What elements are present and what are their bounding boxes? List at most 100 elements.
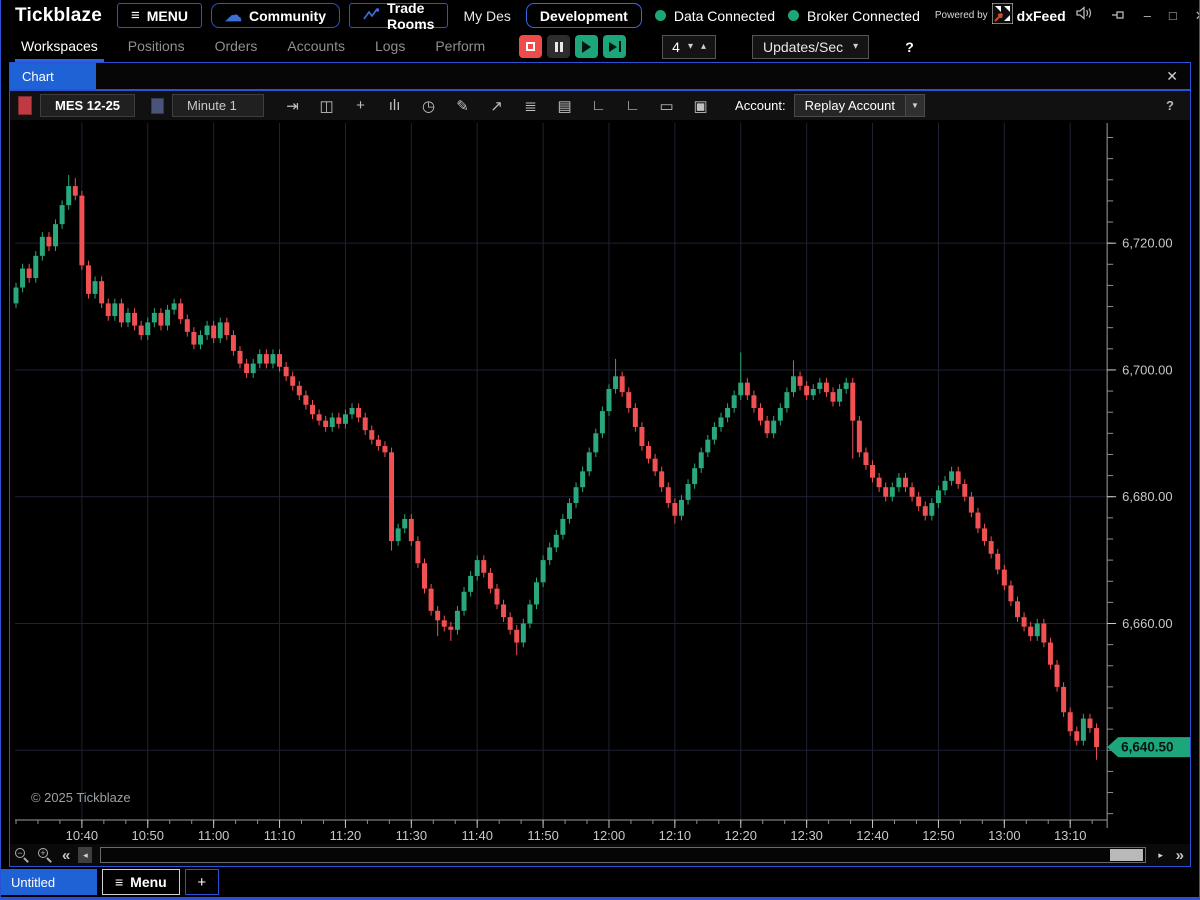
pause-button[interactable] [547,35,570,58]
minimize-button[interactable]: – [1144,8,1151,23]
dropdown-arrow-icon[interactable]: ▼ [905,95,924,116]
price-scale-icon[interactable]: ∟ [586,94,611,117]
chart-help-button[interactable]: ? [1166,98,1182,113]
svg-text:6,720.00: 6,720.00 [1122,236,1172,251]
svg-text:13:10: 13:10 [1054,828,1086,843]
svg-text:6,640.50: 6,640.50 [1121,740,1173,755]
nav-item-accounts[interactable]: Accounts [285,32,347,62]
svg-text:12:40: 12:40 [856,828,888,843]
svg-text:11:00: 11:00 [198,828,229,843]
dxfeed-branding: Powered by dxFeed [935,3,1093,29]
svg-text:12:30: 12:30 [790,828,822,843]
volume-icon[interactable]: ılı [382,94,407,117]
chevron-up-icon[interactable]: ▴ [701,41,706,52]
zoom-out-button[interactable]: − [14,847,31,864]
close-button[interactable]: ✕ [1195,8,1200,24]
symbol-color-swatch[interactable] [18,96,32,115]
trend-icon [363,8,380,24]
menu-button[interactable]: ≡ MENU [117,3,202,28]
svg-text:6,660.00: 6,660.00 [1122,616,1172,631]
dxfeed-logo-icon [992,3,1013,29]
chevron-down-icon: ▾ [853,41,858,52]
help-button[interactable]: ? [905,39,914,55]
svg-text:11:50: 11:50 [527,828,558,843]
sessions-clock-icon[interactable]: ◷ [416,94,441,117]
scroll-left-arrow[interactable]: ◂ [78,847,92,863]
add-workspace-button[interactable]: + [185,869,219,895]
svg-text:12:50: 12:50 [922,828,954,843]
svg-text:6,700.00: 6,700.00 [1122,362,1172,377]
svg-text:13:00: 13:00 [988,828,1020,843]
svg-text:12:20: 12:20 [725,828,757,843]
nav-item-workspaces[interactable]: Workspaces [19,32,100,62]
svg-text:© 2025 Tickblaze: © 2025 Tickblaze [31,790,131,805]
report-icon[interactable]: ▤ [552,94,577,117]
svg-text:11:20: 11:20 [330,828,361,843]
panel-close-icon[interactable]: ✕ [1166,68,1178,85]
svg-text:6,680.00: 6,680.00 [1122,489,1172,504]
scroll-right-arrow[interactable]: ▸ [1154,847,1168,863]
svg-text:12:00: 12:00 [593,828,625,843]
updates-unit-select[interactable]: Updates/Sec ▾ [752,35,869,59]
tab-chart[interactable]: Chart [10,63,96,89]
symbol-button[interactable]: MES 12-25 [40,94,135,117]
candlestick-chart[interactable]: 6,720.006,700.006,680.006,660.0010:4010:… [10,123,1190,844]
hamburger-icon: ≡ [115,874,123,890]
broker-connected-status: Broker Connected [788,8,920,24]
development-button[interactable]: Development [526,3,642,28]
speaker-icon[interactable] [1076,6,1093,25]
trade-rooms-button[interactable]: Trade Rooms [349,3,448,28]
panel-tab-row: Chart ✕ [10,63,1190,91]
my-desktop-label[interactable]: My Des [457,8,516,24]
svg-text:12:10: 12:10 [659,828,691,843]
nav-item-orders[interactable]: Orders [213,32,260,62]
nav-item-positions[interactable]: Positions [126,32,187,62]
cloud-icon: ☁ [225,6,242,26]
workspace-bar: Untitled ≡ Menu + [1,869,1199,900]
svg-text:10:40: 10:40 [66,828,98,843]
chart-scroll-row: − + « ◂ ▸ » [10,844,1190,866]
play-button[interactable] [575,35,598,58]
chart-panel: Chart ✕ MES 12-25 Minute 1 ⇥ ◫ + ılı ◷ ✎ ↗ ≣ ▤ ∟ ∟… [9,62,1191,867]
updates-per-sec-stepper[interactable]: 4 ▾ ▴ [662,35,716,59]
interval-color-swatch[interactable] [151,98,164,114]
svg-text:11:10: 11:10 [264,828,295,843]
watchlist-icon[interactable]: ≣ [518,94,543,117]
hamburger-icon: ≡ [131,7,140,24]
account-dropdown[interactable]: Replay Account ▼ [794,94,925,117]
account-label: Account: [735,98,786,113]
pin-window-icon[interactable] [1112,8,1126,23]
nav-item-logs[interactable]: Logs [373,32,407,62]
jump-start-button[interactable]: « [60,847,72,864]
drawing-tools-icon[interactable]: ✎ [450,94,475,117]
workspace-menu-button[interactable]: ≡ Menu [102,869,180,895]
zoom-in-button[interactable]: + [37,847,54,864]
save-icon[interactable]: ▣ [688,94,713,117]
nav-item-perform[interactable]: Perform [433,32,487,62]
workspace-tab-untitled[interactable]: Untitled [1,869,97,895]
maximize-button[interactable]: □ [1169,8,1177,23]
crosshair-icon[interactable]: + [348,94,373,117]
time-scale-icon[interactable]: ∟ [620,94,645,117]
community-button[interactable]: ☁ Community [211,3,340,28]
account-selector: Account: Replay Account ▼ [735,94,925,117]
scrollbar-thumb[interactable] [1110,849,1143,861]
chevron-down-icon[interactable]: ▾ [688,41,693,52]
svg-text:11:30: 11:30 [396,828,427,843]
dock-panel-icon[interactable]: ⇥ [280,94,305,117]
svg-text:11:40: 11:40 [461,828,492,843]
stop-button[interactable] [519,35,542,58]
chart-style-icon[interactable]: ◫ [314,94,339,117]
data-connected-status: Data Connected [655,8,775,24]
trendline-icon[interactable]: ↗ [484,94,509,117]
app-window: Tickblaze ≡ MENU ☁ Community Trade Rooms… [0,0,1200,900]
jump-end-button[interactable]: » [1174,847,1186,864]
chart-toolbar: MES 12-25 Minute 1 ⇥ ◫ + ılı ◷ ✎ ↗ ≣ ▤ ∟ ∟ ▭ ▣ Accou… [10,91,1190,121]
toolbar-icons: ⇥ ◫ + ılı ◷ ✎ ↗ ≣ ▤ ∟ ∟ ▭ ▣ [280,94,713,117]
step-forward-button[interactable] [603,35,626,58]
chart-scrollbar[interactable] [100,847,1145,863]
open-folder-icon[interactable]: ▭ [654,94,679,117]
chart-area[interactable]: 6,720.006,700.006,680.006,660.0010:4010:… [10,123,1190,844]
interval-button[interactable]: Minute 1 [172,94,264,117]
title-bar: Tickblaze ≡ MENU ☁ Community Trade Rooms… [1,0,1199,31]
